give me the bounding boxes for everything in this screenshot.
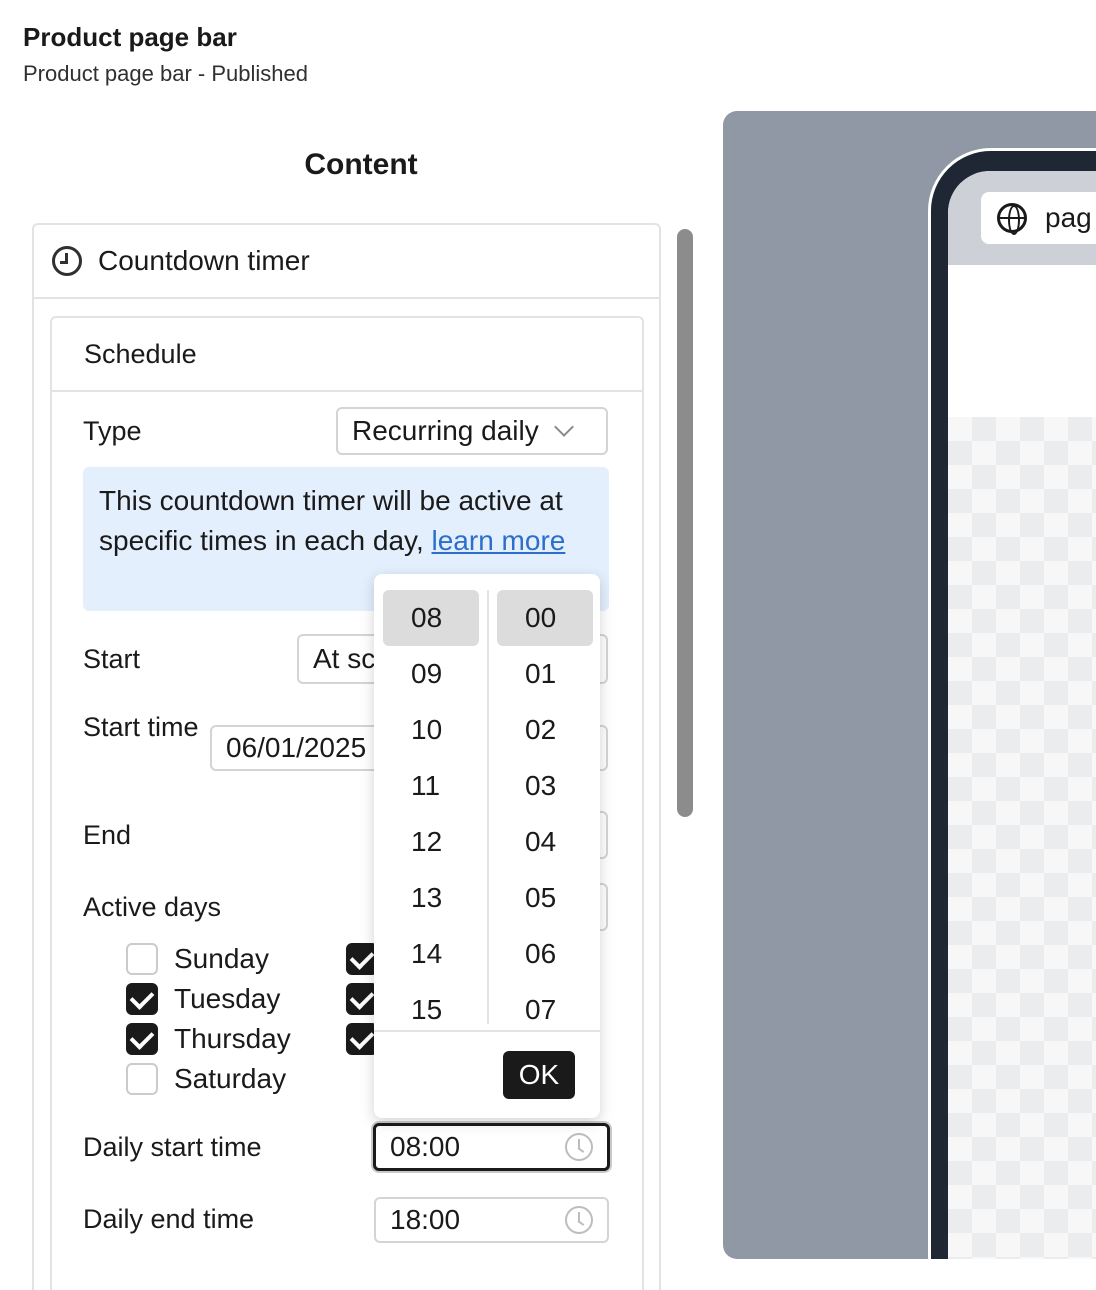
end-label: End — [83, 820, 132, 850]
scrollbar-thumb[interactable] — [677, 229, 693, 817]
hour-column[interactable]: 08 09 10 11 12 13 14 15 — [383, 590, 479, 1038]
url-text: pag — [1045, 202, 1092, 233]
minute-option[interactable]: 06 — [497, 926, 593, 982]
hour-option[interactable]: 10 — [383, 702, 479, 758]
daily-end-label: Daily end time — [83, 1204, 255, 1234]
start-time-label: Start time — [83, 712, 199, 742]
hour-option[interactable]: 09 — [383, 646, 479, 702]
checkbox-tuesday[interactable] — [126, 983, 158, 1015]
checkbox-sunday[interactable] — [126, 943, 158, 975]
preview-panel: pag — [723, 111, 1096, 1259]
page-subtitle: Product page bar - Published — [23, 61, 308, 86]
hour-option[interactable]: 11 — [383, 758, 479, 814]
minute-option[interactable]: 00 — [497, 590, 593, 646]
minute-option[interactable]: 03 — [497, 758, 593, 814]
day-label-sunday: Sunday — [174, 943, 269, 974]
checkbox-saturday[interactable] — [126, 1063, 158, 1095]
url-bar[interactable]: pag — [981, 192, 1096, 244]
daily-start-label: Daily start time — [83, 1132, 262, 1162]
chevron-down-icon — [553, 417, 574, 437]
minute-option[interactable]: 01 — [497, 646, 593, 702]
clock-icon[interactable] — [565, 1133, 593, 1161]
page-title: Product page bar — [23, 22, 237, 52]
picker-footer-divider — [374, 1030, 600, 1032]
schedule-header[interactable]: Schedule — [52, 318, 642, 392]
time-picker-dropdown: 08 09 10 11 12 13 14 15 00 01 02 03 04 0… — [374, 574, 600, 1118]
minute-option[interactable]: 04 — [497, 814, 593, 870]
day-label-saturday: Saturday — [174, 1063, 287, 1094]
checkbox-thursday[interactable] — [126, 1023, 158, 1055]
preview-canvas — [948, 417, 1096, 1259]
countdown-timer-header[interactable]: Countdown timer — [34, 225, 659, 299]
active-days-label: Active days — [83, 892, 222, 922]
minute-option[interactable]: 05 — [497, 870, 593, 926]
phone-screen: pag — [948, 171, 1096, 1259]
globe-icon — [997, 203, 1027, 235]
day-label-thursday: Thursday — [174, 1023, 291, 1054]
minute-option[interactable]: 02 — [497, 702, 593, 758]
type-label: Type — [83, 416, 142, 446]
page-header: Product page bar Product page bar - Publ… — [23, 20, 308, 88]
daily-start-value: 08:00 — [390, 1131, 461, 1162]
type-select-value: Recurring daily — [352, 415, 539, 446]
day-label-tuesday: Tuesday — [174, 983, 281, 1014]
hour-option[interactable]: 08 — [383, 590, 479, 646]
daily-end-value: 18:00 — [390, 1204, 461, 1235]
start-time-value: 06/01/2025 — [226, 732, 367, 763]
browser-top-bar: pag — [948, 171, 1096, 265]
countdown-timer-title: Countdown timer — [98, 245, 310, 276]
learn-more-link[interactable]: learn more — [432, 525, 566, 556]
start-select-value: At sc — [313, 643, 376, 674]
ok-button[interactable]: OK — [503, 1051, 575, 1099]
picker-divider — [487, 590, 489, 1024]
minute-column[interactable]: 00 01 02 03 04 05 06 07 — [497, 590, 593, 1038]
type-select[interactable]: Recurring daily — [336, 407, 608, 455]
clock-icon — [52, 246, 82, 276]
content-heading: Content — [304, 148, 418, 181]
clock-icon[interactable] — [565, 1206, 593, 1234]
hour-option[interactable]: 14 — [383, 926, 479, 982]
hour-option[interactable]: 13 — [383, 870, 479, 926]
hour-option[interactable]: 12 — [383, 814, 479, 870]
start-label: Start — [83, 644, 141, 674]
